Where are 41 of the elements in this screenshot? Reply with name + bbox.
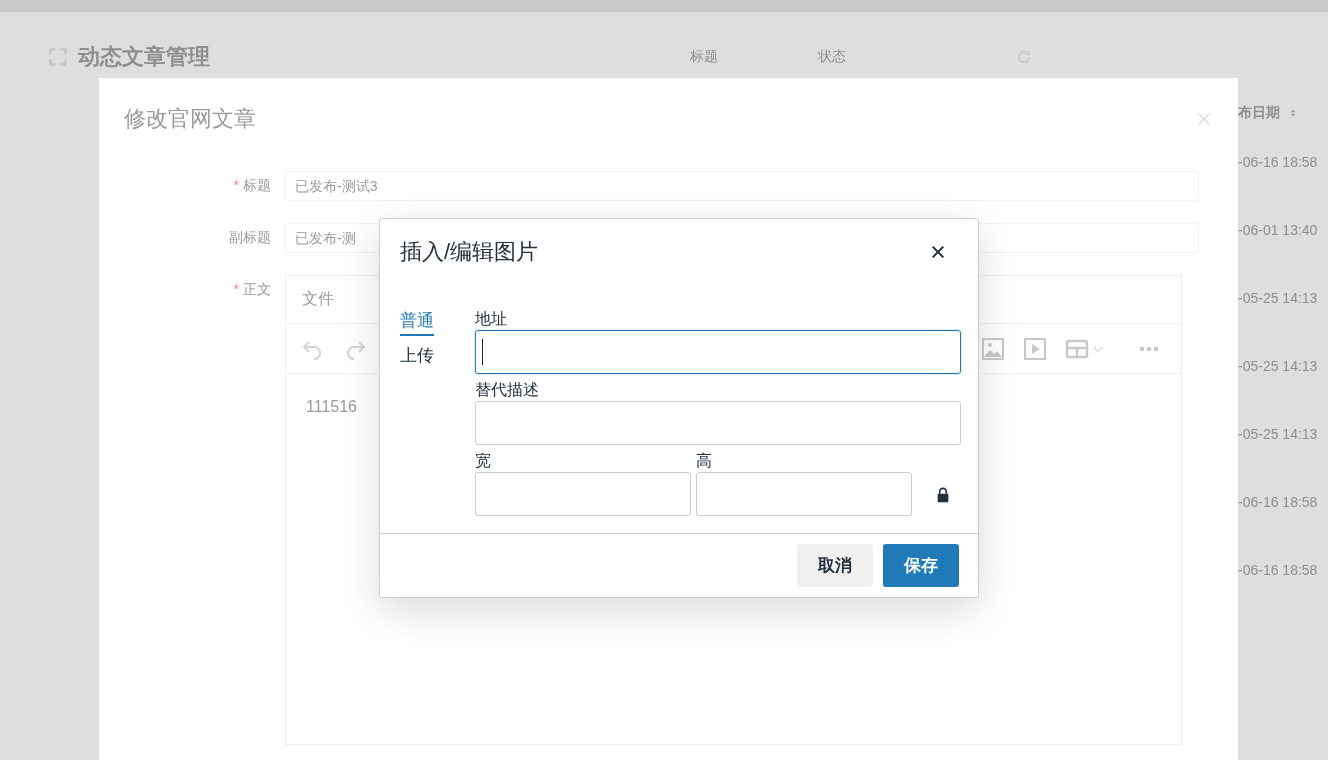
field-label: 替代描述 <box>475 380 540 400</box>
save-button[interactable]: 保存 <box>883 544 959 587</box>
image-icon[interactable] <box>981 336 1005 361</box>
tab[interactable]: 上传 <box>400 344 434 371</box>
required-mark: * <box>233 281 239 297</box>
expand-icon[interactable] <box>48 47 68 67</box>
tab[interactable]: 普通 <box>400 309 434 336</box>
filter-label: 状态 <box>818 48 846 66</box>
editor-text: 111516 <box>306 398 357 415</box>
input-field[interactable] <box>475 401 961 445</box>
date-cell-text: -06-16 18:58 <box>1238 493 1319 512</box>
lock-icon[interactable] <box>935 486 951 504</box>
date-cell-text: -05-25 14:13 <box>1238 425 1319 444</box>
input-field[interactable] <box>475 330 961 374</box>
field-label: 高 <box>696 451 713 471</box>
dialog-title: 插入/编辑图片 <box>400 238 539 266</box>
sort-icon[interactable] <box>1288 107 1298 119</box>
field-label: 标题 <box>243 177 271 193</box>
input-field[interactable] <box>696 472 912 516</box>
modal-title: 修改官网文章 <box>124 105 256 133</box>
date-cell-text: -06-16 18:58 <box>1238 153 1319 172</box>
field-label: 副标题 <box>229 229 271 245</box>
field-label: 正文 <box>243 281 271 297</box>
required-mark: * <box>233 177 239 193</box>
date-cell-text: -05-25 14:13 <box>1238 357 1319 376</box>
input-field[interactable] <box>475 472 691 516</box>
menu-item[interactable]: 文件 <box>302 289 334 310</box>
column-header[interactable]: 布日期 <box>1238 104 1280 122</box>
field-label: 地址 <box>475 309 508 329</box>
close-icon[interactable] <box>930 244 946 260</box>
filter-label: 标题 <box>690 48 718 66</box>
text-field[interactable]: 已发布-测试3 <box>285 171 1199 201</box>
refresh-icon[interactable] <box>1016 49 1032 65</box>
page-title: 动态文章管理 <box>78 43 210 71</box>
cancel-button[interactable]: 取消 <box>797 544 873 587</box>
date-cell-text: -06-01 13:40 <box>1238 221 1319 240</box>
date-cell-text: -06-16 18:58 <box>1238 561 1319 580</box>
text-cursor <box>482 339 483 365</box>
field-label: 宽 <box>475 451 492 471</box>
play-icon[interactable] <box>1023 336 1047 361</box>
date-cell-text: -05-25 14:13 <box>1238 289 1319 308</box>
